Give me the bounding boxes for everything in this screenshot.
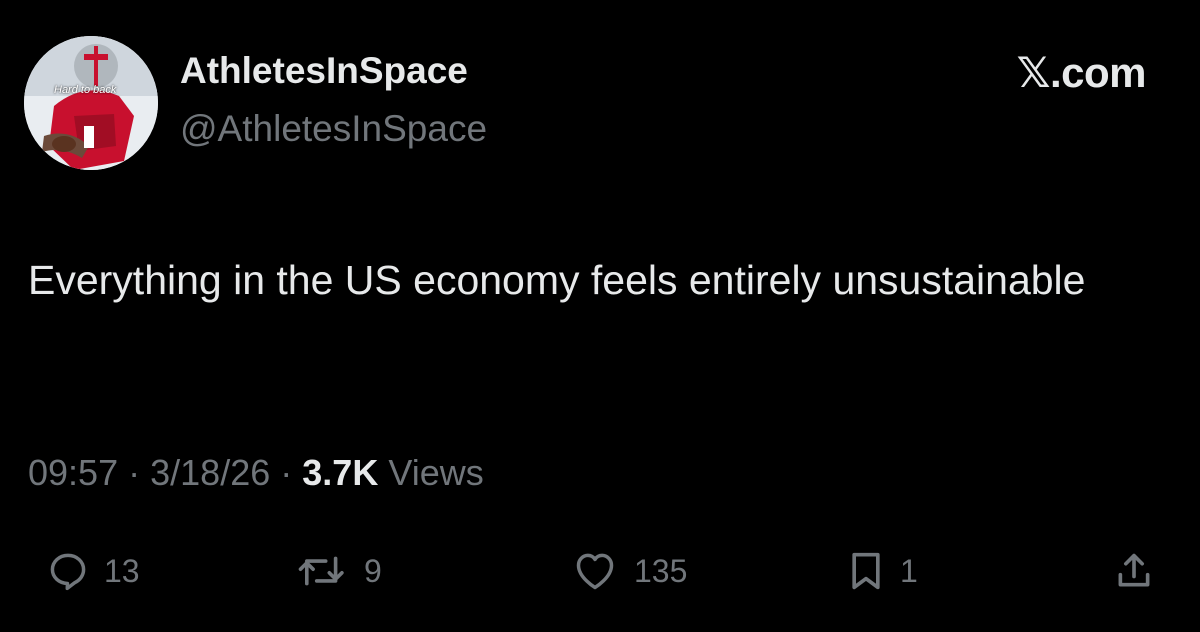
views-count: 3.7K (302, 452, 379, 493)
bookmark-icon (852, 552, 880, 590)
tweet-time[interactable]: 09:57 (28, 452, 118, 493)
tweet-meta: 09:57 · 3/18/26 · 3.7K Views (28, 452, 484, 494)
bookmark-count: 1 (900, 552, 918, 589)
meta-separator: · (128, 452, 141, 493)
meta-separator: · (280, 452, 293, 493)
reply-count: 13 (104, 552, 140, 589)
reply-button[interactable]: 13 (46, 545, 140, 597)
avatar[interactable]: Hard to back (24, 36, 158, 170)
repost-count: 9 (364, 552, 382, 589)
tweet-card: Hard to back AthletesInSpace @AthletesIn… (0, 0, 1200, 632)
like-button[interactable]: 135 (570, 545, 687, 597)
tweet-date[interactable]: 3/18/26 (150, 452, 270, 493)
brand-watermark: 𝕏.com (1016, 49, 1147, 96)
display-name[interactable]: AthletesInSpace (180, 50, 468, 92)
avatar-caption: Hard to back (54, 84, 117, 96)
share-icon (1118, 553, 1150, 587)
tweet-text: Everything in the US economy feels entir… (28, 257, 1086, 303)
repost-button[interactable]: 9 (296, 545, 382, 597)
user-handle[interactable]: @AthletesInSpace (180, 108, 487, 150)
like-count: 135 (634, 552, 688, 589)
views-label: Views (388, 452, 484, 493)
reply-icon (50, 553, 86, 591)
like-icon (576, 553, 614, 590)
share-button[interactable] (1114, 545, 1154, 597)
bookmark-button[interactable]: 1 (846, 545, 918, 597)
avatar-image (24, 36, 158, 170)
repost-icon (298, 556, 344, 586)
